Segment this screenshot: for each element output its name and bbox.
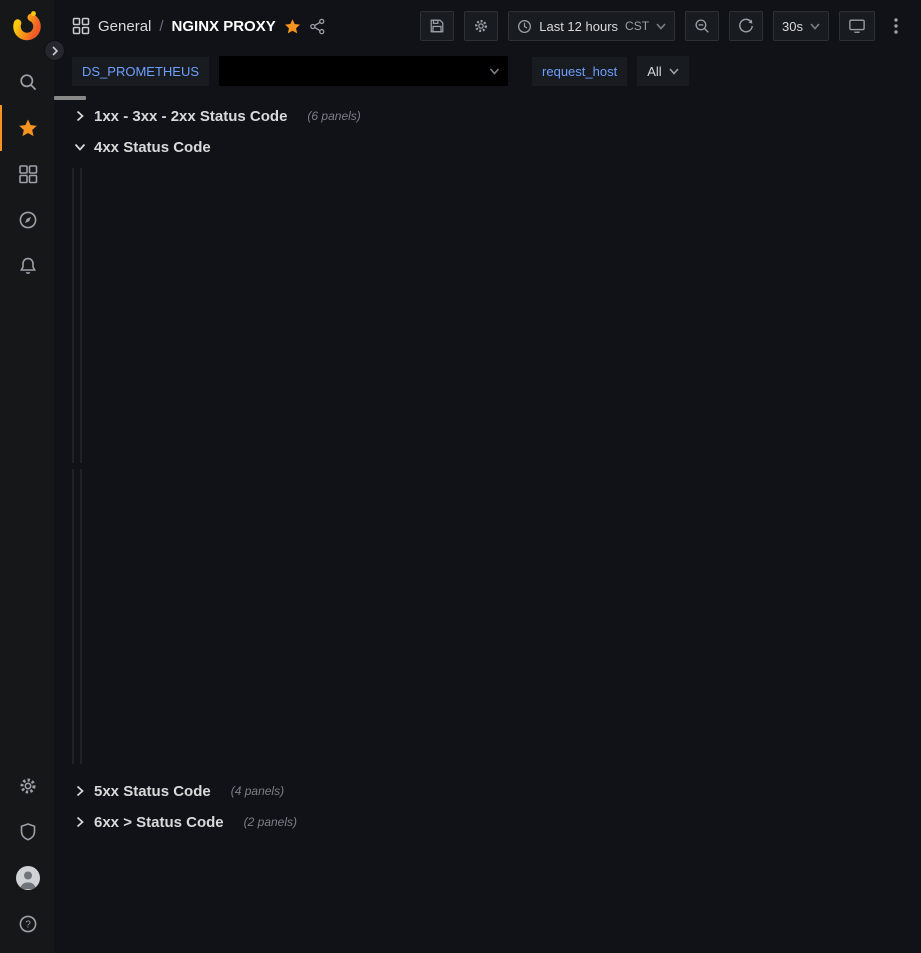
- row-panel-count: (4 panels): [231, 784, 284, 798]
- panel-legend: /_matrix/client/unstable/org.matrix.msc2…: [81, 683, 82, 763]
- chevron-right-icon: [72, 785, 88, 797]
- sidebar-item-dashboards[interactable]: [0, 151, 54, 197]
- star-icon: [18, 118, 38, 138]
- sidebar-bottom-menu: ?: [0, 763, 54, 953]
- chevron-down-icon: [489, 68, 500, 75]
- save-dashboard-button[interactable]: [420, 11, 454, 41]
- breadcrumb: General / NGINX PROXY: [72, 17, 326, 35]
- refresh-icon: [738, 18, 754, 34]
- datasource-value-select[interactable]: [219, 56, 508, 86]
- panel-4xx-by-remote-addr: 4xx by remote addr [All] 00.020.040.060.…: [72, 469, 74, 764]
- grafana-logo[interactable]: [0, 0, 54, 45]
- cycle-view-button[interactable]: [839, 11, 875, 41]
- sidebar-item-help[interactable]: ?: [0, 901, 54, 947]
- variables-bar: DS_PROMETHEUS request_host All: [54, 52, 921, 96]
- chevron-down-icon: [810, 23, 820, 30]
- sidebar-menu: [0, 59, 54, 289]
- zoom-out-button[interactable]: [685, 11, 719, 41]
- sidebar-item-starred[interactable]: [0, 105, 54, 151]
- time-range-picker[interactable]: Last 12 hours CST: [508, 11, 675, 41]
- sidebar-item-configuration[interactable]: [0, 763, 54, 809]
- timeseries-chart: 00.0050.010.01508:0010:0012:0014:0016:00…: [81, 199, 82, 343]
- dashboard-body: 1xx - 3xx - 2xx Status Code (6 panels) 4…: [54, 96, 86, 100]
- timeseries-chart: 00.0050.010.01508:0010:0012:0014:0016:00…: [73, 199, 74, 407]
- panel-legend: /_matrix/client/unstable/org.matrix.msc2…: [81, 382, 82, 462]
- search-icon: [18, 72, 38, 92]
- refresh-interval-picker[interactable]: 30s: [773, 11, 829, 41]
- refresh-button[interactable]: [729, 11, 763, 41]
- monitor-icon: [848, 18, 866, 34]
- compass-icon: [18, 210, 38, 230]
- refresh-interval-label: 30s: [782, 19, 803, 34]
- apps-icon[interactable]: [72, 17, 90, 35]
- sidebar-collapse-button[interactable]: [44, 40, 65, 61]
- row-panel-count: (6 panels): [307, 109, 360, 123]
- toolbar: Last 12 hours CST: [420, 11, 907, 41]
- panel-legend: 10.0.3.2 172.18.0.6: [73, 410, 74, 462]
- request-host-value-select[interactable]: All: [637, 56, 688, 86]
- row-title: 1xx - 3xx - 2xx Status Code: [94, 108, 287, 125]
- sidebar-item-explore[interactable]: [0, 197, 54, 243]
- sidebar-item-alerting[interactable]: [0, 243, 54, 289]
- main-area: General / NGINX PROXY: [54, 0, 921, 833]
- dashboard-title[interactable]: NGINX PROXY: [172, 18, 276, 35]
- sidebar-item-admin[interactable]: [0, 809, 54, 855]
- row-title: 6xx > Status Code: [94, 814, 224, 831]
- avatar: [15, 865, 41, 891]
- timeseries-chart: 00.050.108:0010:0012:0014:0016:0018:00: [81, 500, 82, 644]
- breadcrumb-folder[interactable]: General: [98, 18, 151, 35]
- clock-icon: [517, 19, 532, 34]
- dashboards-grid-icon: [18, 164, 38, 184]
- panel-legend: 10.0.3.2 172.18.0.6: [73, 711, 74, 763]
- time-zone-label: CST: [625, 19, 649, 33]
- save-icon: [429, 18, 445, 34]
- share-icon[interactable]: [309, 18, 326, 35]
- gear-icon: [473, 18, 489, 34]
- request-host-variable-label: request_host: [532, 57, 627, 86]
- row-title: 4xx Status Code: [94, 139, 211, 156]
- favorite-star-icon[interactable]: [284, 18, 301, 35]
- help-icon: ?: [18, 914, 38, 934]
- svg-text:?: ?: [25, 920, 31, 931]
- gear-icon: [18, 776, 38, 796]
- kebab-menu-button[interactable]: [885, 11, 907, 41]
- chevron-down-icon: [656, 23, 666, 30]
- chevron-down-icon: [669, 68, 679, 75]
- chevron-down-icon: [72, 143, 88, 151]
- dashboard-header: General / NGINX PROXY: [54, 0, 921, 52]
- shield-icon: [18, 822, 38, 842]
- bell-icon: [18, 256, 38, 276]
- datasource-variable-label: DS_PROMETHEUS: [72, 57, 209, 86]
- kebab-icon: [894, 18, 898, 34]
- row-panel-count: (2 panels): [244, 815, 297, 829]
- panel-4xx-by-uri: 4xx by uri [All] 00.050.108:0010:0012:00…: [80, 469, 82, 764]
- chevron-right-icon: [72, 816, 88, 828]
- breadcrumb-separator: /: [159, 18, 163, 35]
- dashboard-settings-button[interactable]: [464, 11, 498, 41]
- sidebar-item-search[interactable]: [0, 59, 54, 105]
- request-host-value: All: [647, 64, 661, 79]
- time-range-label: Last 12 hours: [539, 19, 618, 34]
- row-title: 5xx Status Code: [94, 783, 211, 800]
- timeseries-chart: 00.020.040.060.080.108:0010:0012:0014:00…: [73, 500, 74, 708]
- sidebar-item-profile[interactable]: [0, 855, 54, 901]
- chevron-right-icon: [72, 110, 88, 122]
- sidebar: ?: [0, 0, 54, 953]
- zoom-out-icon: [694, 18, 710, 34]
- panel-404-by-uri: 404 by uri [All] 00.0050.010.01508:0010:…: [80, 168, 82, 463]
- panel-404-by-remote-addr: 404 by remote addr [All] 00.0050.010.015…: [72, 168, 74, 463]
